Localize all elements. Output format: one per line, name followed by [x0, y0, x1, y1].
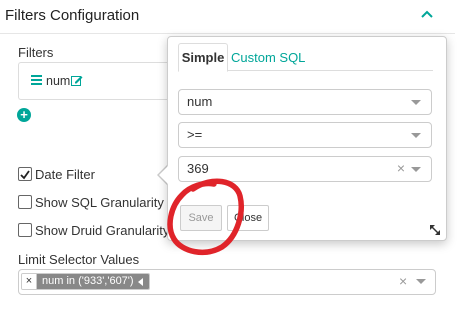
show-druid-granularity-label: Show Druid Granularity D: [35, 223, 183, 238]
limit-selector-label: Limit Selector Values: [18, 252, 140, 267]
close-button[interactable]: Close: [227, 205, 269, 231]
section-title: Filters Configuration: [5, 7, 140, 24]
list-icon: [31, 75, 42, 85]
expand-icon[interactable]: [428, 223, 442, 237]
date-filter-checkbox[interactable]: [18, 167, 32, 181]
filters-label: Filters: [18, 45, 54, 60]
comparator-value: 369: [187, 161, 209, 176]
tag-arrow-icon: [137, 277, 143, 286]
edit-icon[interactable]: [71, 74, 83, 86]
chevron-down-icon: [411, 167, 421, 172]
column-value: num: [187, 94, 213, 109]
limit-clear-icon[interactable]: ×: [399, 273, 407, 289]
date-filter-label: Date Filter: [35, 167, 95, 182]
column-select[interactable]: num: [178, 89, 432, 115]
limit-dropdown-caret-icon[interactable]: [416, 279, 426, 284]
show-sql-granularity-label: Show SQL Granularity D: [35, 195, 177, 210]
show-sql-granularity-checkbox[interactable]: [18, 195, 32, 209]
operator-value: >=: [187, 127, 203, 142]
chevron-down-icon: [411, 100, 421, 105]
limit-value-tag: × num in ('933','607'): [21, 273, 150, 290]
add-filter-button[interactable]: +: [17, 108, 31, 122]
comparator-select[interactable]: 369 ×: [178, 156, 432, 182]
divider: [0, 33, 455, 34]
tab-custom-sql[interactable]: Custom SQL: [231, 50, 305, 65]
tag-value: num in ('933','607'): [42, 275, 134, 287]
operator-select[interactable]: >=: [178, 122, 432, 148]
filter-pill-label[interactable]: num: [46, 74, 70, 88]
clear-icon[interactable]: ×: [397, 160, 405, 176]
chevron-up-icon[interactable]: [419, 8, 435, 20]
tag-remove-button[interactable]: ×: [22, 274, 37, 289]
save-button[interactable]: Save: [180, 205, 222, 231]
chevron-down-icon: [411, 133, 421, 138]
show-druid-granularity-checkbox[interactable]: [18, 223, 32, 237]
filters-box: [18, 62, 179, 100]
checkmark-icon: [20, 170, 30, 180]
popover-arrow-inner: [159, 166, 168, 184]
tab-simple[interactable]: Simple: [178, 43, 228, 72]
